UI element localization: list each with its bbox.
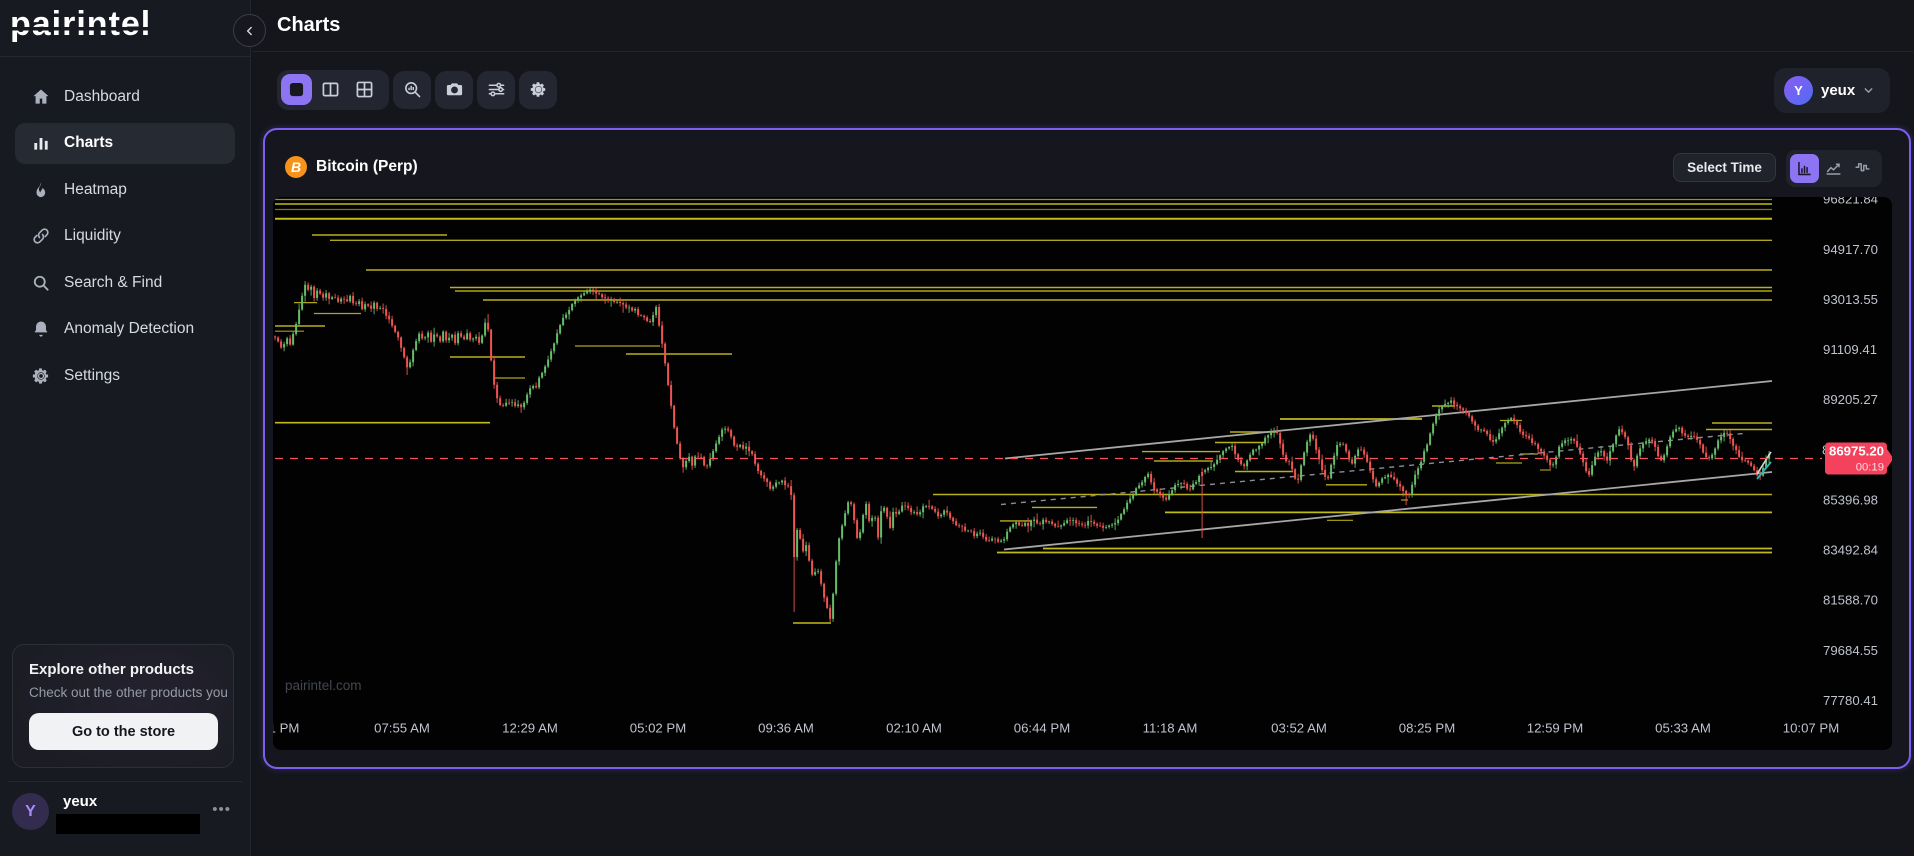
svg-text:06:44 PM: 06:44 PM [1014,721,1070,736]
svg-text:85396.98: 85396.98 [1823,493,1878,508]
svg-text:79684.55: 79684.55 [1823,643,1878,658]
svg-text:03:52 AM: 03:52 AM [1271,721,1327,736]
svg-text:10:07 PM: 10:07 PM [1783,721,1839,736]
svg-text:81588.70: 81588.70 [1823,593,1878,608]
svg-text:12:59 PM: 12:59 PM [1527,721,1583,736]
svg-text:09:36 AM: 09:36 AM [758,721,814,736]
svg-text:91109.41: 91109.41 [1823,342,1877,357]
svg-text:05:02 PM: 05:02 PM [630,721,686,736]
svg-text:96821.84: 96821.84 [1823,197,1878,207]
svg-text:00:19: 00:19 [1856,462,1884,474]
svg-text:12:29 AM: 12:29 AM [502,721,558,736]
svg-text:02:10 AM: 02:10 AM [886,721,942,736]
svg-text:11:18 AM: 11:18 AM [1143,721,1198,736]
svg-text:77780.41: 77780.41 [1823,693,1878,708]
svg-text:05:33 AM: 05:33 AM [1655,721,1711,736]
svg-text:1 PM: 1 PM [273,721,299,736]
svg-text:83492.84: 83492.84 [1823,543,1878,558]
svg-text:08:25 PM: 08:25 PM [1399,721,1455,736]
svg-text:86975.20: 86975.20 [1829,444,1884,459]
svg-text:07:55 AM: 07:55 AM [374,721,430,736]
svg-text:pairintel.com: pairintel.com [285,678,362,693]
svg-text:93013.55: 93013.55 [1823,292,1878,307]
svg-text:89205.27: 89205.27 [1823,392,1878,407]
svg-text:94917.70: 94917.70 [1823,242,1878,257]
